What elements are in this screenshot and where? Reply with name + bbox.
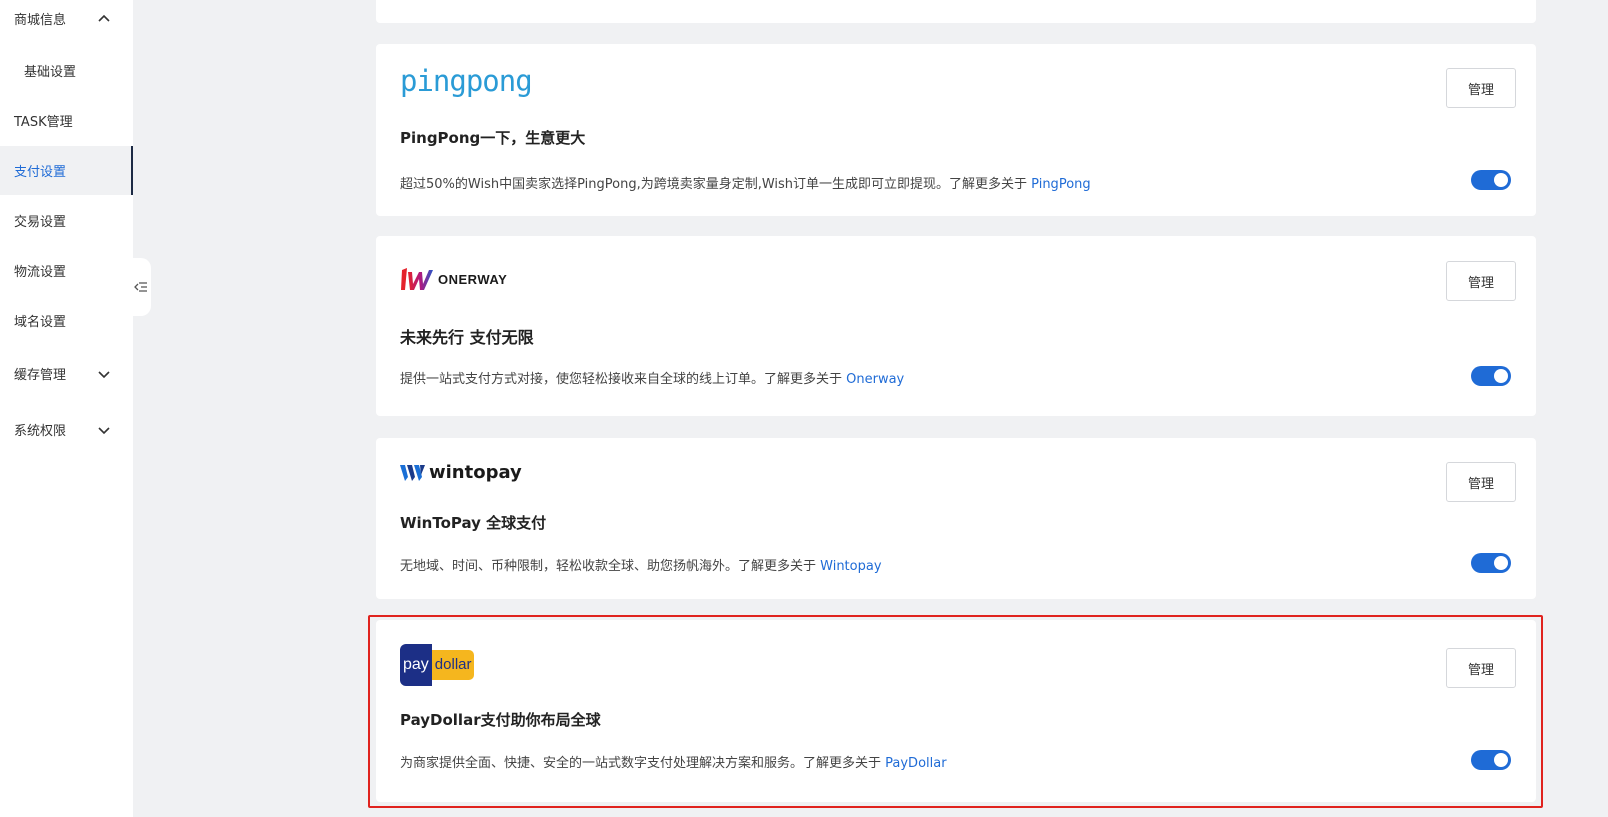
enable-toggle[interactable] — [1471, 170, 1511, 190]
card-title: PingPong一下，生意更大 — [400, 129, 586, 147]
sidebar-item-label: TASK管理 — [14, 115, 73, 130]
chevron-down-icon — [98, 370, 110, 378]
card-description: 超过50%的Wish中国卖家选择PingPong,为跨境卖家量身定制,Wish订… — [400, 173, 1091, 192]
paydollar-logo-dollar: dollar — [431, 650, 475, 680]
wintopay-mark-icon — [400, 464, 425, 481]
sidebar-item-logistics-settings[interactable]: 物流设置 — [0, 246, 133, 295]
card-title: WinToPay 全球支付 — [400, 514, 547, 532]
card-description-text: 为商家提供全面、快捷、安全的一站式数字支付处理解决方案和服务。了解更多关于 — [400, 756, 886, 771]
paydollar-logo-pay: pay — [400, 644, 432, 686]
card-description-text: 无地域、时间、币种限制，轻松收款全球、助您扬帆海外。了解更多关于 — [400, 559, 821, 574]
sidebar-item-label: 系统权限 — [14, 424, 67, 439]
sidebar-item-task[interactable]: TASK管理 — [0, 96, 133, 145]
sidebar-item-basic-settings[interactable]: 基础设置 — [0, 46, 133, 95]
enable-toggle[interactable] — [1471, 750, 1511, 770]
manage-button[interactable]: 管理 — [1446, 648, 1516, 688]
sidebar-item-system-permissions[interactable]: 系统权限 — [0, 405, 133, 454]
learn-more-link[interactable]: Wintopay — [820, 559, 881, 574]
manage-button[interactable]: 管理 — [1446, 261, 1516, 301]
card-description: 提供一站式支付方式对接，使您轻松接收来自全球的线上订单。了解更多关于 Onerw… — [400, 368, 904, 387]
card-description-text: 提供一站式支付方式对接，使您轻松接收来自全球的线上订单。了解更多关于 — [400, 372, 847, 387]
enable-toggle[interactable] — [1471, 553, 1511, 573]
card-description: 无地域、时间、币种限制，轻松收款全球、助您扬帆海外。了解更多关于 Wintopa… — [400, 555, 882, 574]
learn-more-link[interactable]: PingPong — [1031, 177, 1090, 192]
sidebar-item-label: 缓存管理 — [14, 368, 67, 383]
pingpong-logo: pingpong — [400, 64, 533, 98]
learn-more-link[interactable]: PayDollar — [885, 756, 946, 771]
sidebar-item-mall-info[interactable]: 商城信息 — [0, 0, 133, 43]
enable-toggle[interactable] — [1471, 366, 1511, 386]
payment-card-previous — [376, 0, 1536, 23]
sidebar-item-cache-management[interactable]: 缓存管理 — [0, 349, 133, 398]
payment-card-paydollar: pay dollar PayDollar支付助你布局全球 为商家提供全面、快捷、… — [376, 620, 1536, 802]
sidebar-collapse-button[interactable] — [131, 258, 151, 316]
wintopay-wordmark: wintopay — [429, 462, 522, 483]
onerway-mark-icon — [401, 268, 433, 290]
manage-button[interactable]: 管理 — [1446, 68, 1516, 108]
onerway-wordmark: ONERWAY — [438, 271, 508, 287]
sidebar-item-domain-settings[interactable]: 域名设置 — [0, 296, 133, 345]
sidebar-item-label: 支付设置 — [14, 165, 67, 180]
chevron-down-icon — [98, 426, 110, 434]
sidebar-item-payment-settings[interactable]: 支付设置 — [0, 146, 133, 195]
sidebar-item-label: 交易设置 — [14, 215, 67, 230]
paydollar-logo: pay dollar — [400, 644, 475, 686]
card-description: 为商家提供全面、快捷、安全的一站式数字支付处理解决方案和服务。了解更多关于 Pa… — [400, 752, 947, 771]
onerway-logo: ONERWAY — [400, 266, 507, 292]
sidebar-item-label: 基础设置 — [24, 65, 77, 80]
chevron-up-icon — [98, 14, 110, 22]
sidebar: 商城信息 基础设置 TASK管理 支付设置 交易设置 物流设置 域名设置 缓存管… — [0, 0, 133, 817]
card-title: PayDollar支付助你布局全球 — [400, 711, 601, 729]
sidebar-item-trade-settings[interactable]: 交易设置 — [0, 196, 133, 245]
sidebar-item-label: 商城信息 — [14, 13, 67, 28]
card-description-text: 超过50%的Wish中国卖家选择PingPong,为跨境卖家量身定制,Wish订… — [400, 177, 1032, 192]
sidebar-item-label: 物流设置 — [14, 265, 67, 280]
card-title: 未来先行 支付无限 — [400, 328, 534, 347]
manage-button[interactable]: 管理 — [1446, 462, 1516, 502]
collapse-menu-icon — [134, 282, 147, 292]
learn-more-link[interactable]: Onerway — [846, 372, 904, 387]
payment-card-onerway: ONERWAY 未来先行 支付无限 提供一站式支付方式对接，使您轻松接收来自全球… — [376, 236, 1536, 416]
payment-card-wintopay: wintopay WinToPay 全球支付 无地域、时间、币种限制，轻松收款全… — [376, 438, 1536, 599]
payment-card-pingpong: pingpong PingPong一下，生意更大 超过50%的Wish中国卖家选… — [376, 44, 1536, 216]
wintopay-logo: wintopay — [400, 462, 522, 483]
sidebar-item-label: 域名设置 — [14, 315, 67, 330]
